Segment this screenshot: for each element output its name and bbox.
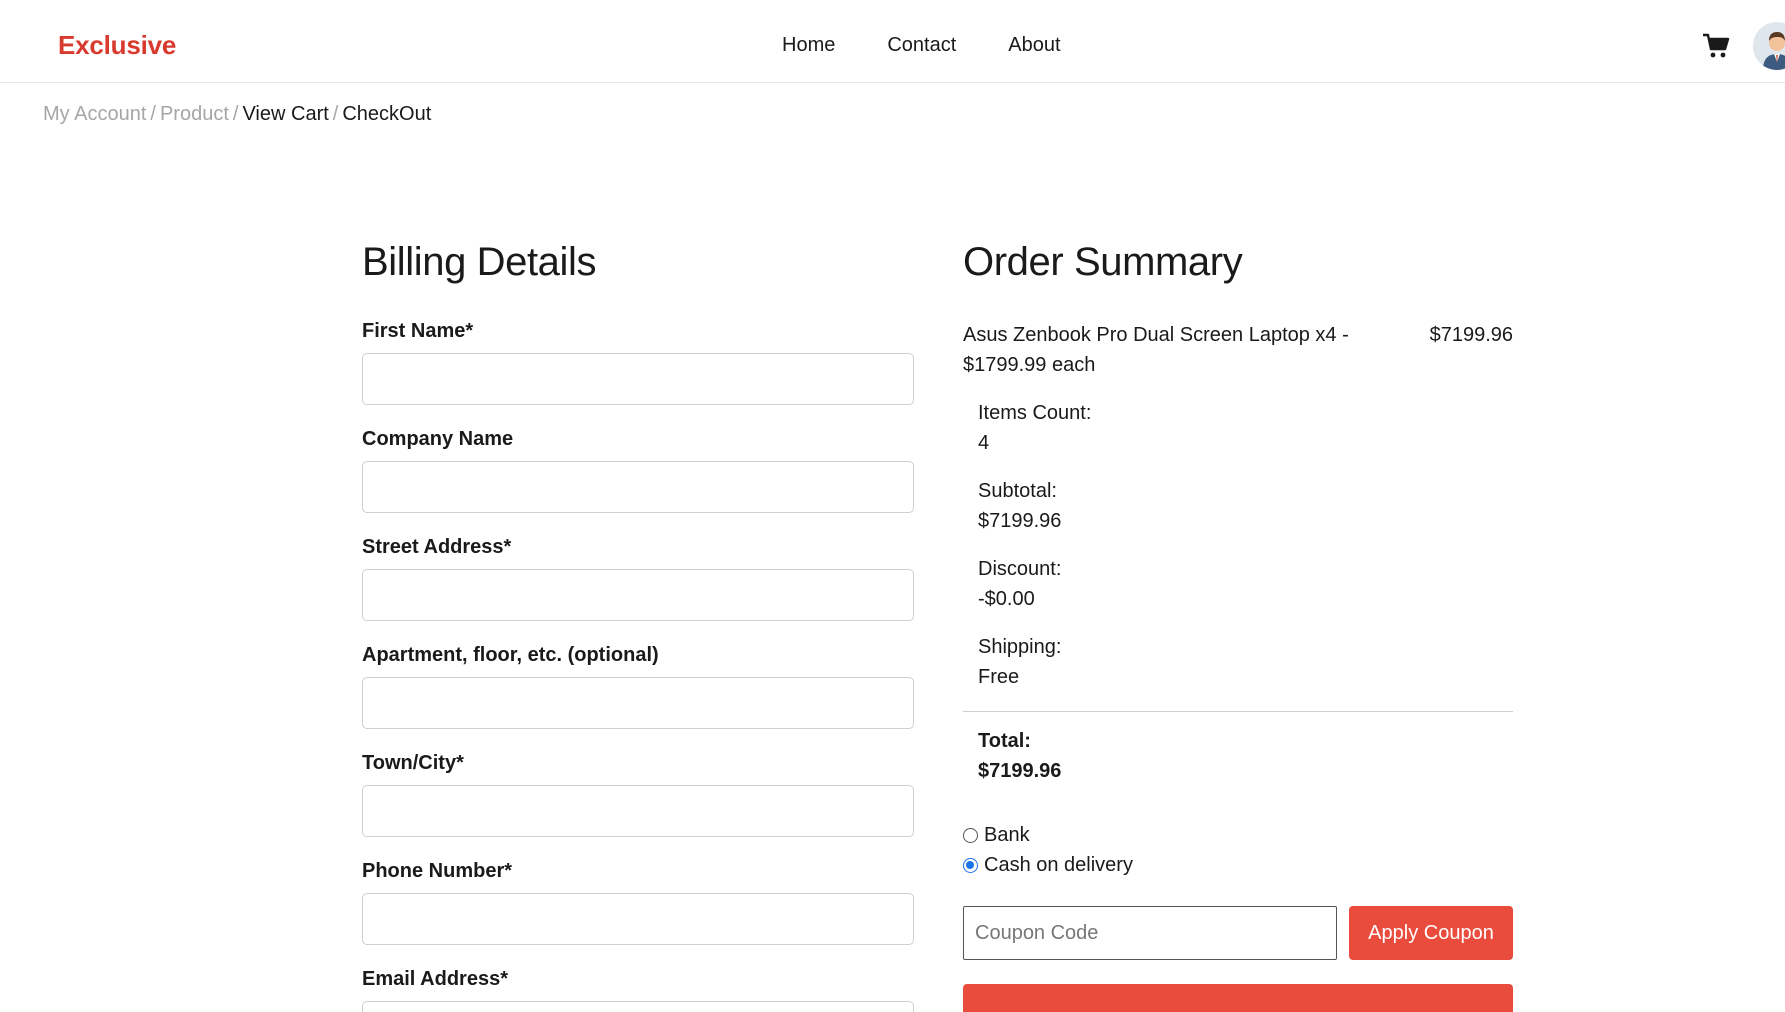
cart-icon[interactable] — [1702, 33, 1730, 59]
cash-on-delivery-label[interactable]: Cash on delivery — [984, 850, 1133, 880]
subtotal-label: Subtotal: — [978, 480, 1057, 502]
nav-contact-link[interactable]: Contact — [887, 34, 956, 57]
company-name-field[interactable] — [362, 461, 914, 513]
breadcrumb-separator: / — [232, 103, 239, 125]
brand-logo[interactable]: Exclusive — [58, 30, 176, 61]
cash-on-delivery-radio[interactable] — [963, 857, 978, 873]
discount: Discount: -$0.00 — [978, 554, 1513, 614]
order-item-price: $7199.96 — [1429, 324, 1513, 346]
first-name-group: First Name* — [362, 320, 914, 405]
total-value: $7199.96 — [978, 760, 1062, 782]
place-order-button[interactable]: Place Order — [963, 984, 1513, 1012]
user-avatar-icon — [1753, 22, 1785, 70]
order-summary-section: Order Summary Asus Zenbook Pro Dual Scre… — [963, 240, 1513, 1012]
breadcrumb-separator: / — [150, 103, 156, 125]
billing-details-section: Billing Details First Name* Company Name… — [362, 240, 914, 1012]
phone-number-field[interactable] — [362, 893, 914, 945]
street-address-label: Street Address* — [362, 536, 512, 558]
town-city-field[interactable] — [362, 785, 914, 837]
company-name-label: Company Name — [362, 428, 514, 450]
breadcrumb: My Account / Product / View Cart / CheckOut — [43, 103, 431, 126]
breadcrumb-my-account[interactable]: My Account — [43, 103, 146, 125]
shipping: Shipping: Free — [978, 632, 1513, 692]
summary-divider — [963, 711, 1513, 712]
payment-option-bank[interactable]: Bank — [963, 820, 1513, 850]
order-item: Asus Zenbook Pro Dual Screen Laptop x4 -… — [963, 320, 1513, 380]
apartment-group: Apartment, floor, etc. (optional) — [362, 644, 914, 729]
email-address-group: Email Address* — [362, 968, 914, 1012]
bank-radio[interactable] — [963, 827, 978, 843]
items-count: Items Count: 4 — [978, 398, 1513, 458]
nav-home-link[interactable]: Home — [782, 34, 835, 57]
breadcrumb-separator: / — [332, 103, 339, 125]
phone-number-label: Phone Number* — [362, 860, 513, 882]
order-item-description: Asus Zenbook Pro Dual Screen Laptop x4 -… — [963, 324, 1349, 376]
apartment-label: Apartment, floor, etc. (optional) — [362, 644, 659, 666]
email-field[interactable] — [362, 1001, 914, 1012]
street-address-field[interactable] — [362, 569, 914, 621]
coupon-row: Apply Coupon — [963, 906, 1513, 960]
apartment-field[interactable] — [362, 677, 914, 729]
order-summary-title: Order Summary — [963, 240, 1243, 284]
payment-option-cod[interactable]: Cash on delivery — [963, 850, 1513, 880]
email-address-label: Email Address* — [362, 968, 508, 990]
subtotal-value: $7199.96 — [978, 510, 1062, 532]
items-count-label: Items Count: — [978, 402, 1092, 424]
top-navbar: Exclusive Home Contact About — [0, 0, 1785, 83]
town-city-group: Town/City* — [362, 752, 914, 837]
avatar[interactable] — [1753, 22, 1785, 70]
payment-methods: Bank Cash on delivery — [963, 820, 1513, 880]
order-total: Total: $7199.96 — [978, 726, 1513, 786]
breadcrumb-checkout: CheckOut — [342, 103, 432, 125]
shipping-label: Shipping: — [978, 636, 1062, 658]
phone-number-group: Phone Number* — [362, 860, 914, 945]
first-name-field[interactable] — [362, 353, 914, 405]
coupon-code-input[interactable] — [963, 906, 1337, 960]
main-nav: Home Contact About — [782, 34, 1061, 57]
billing-title: Billing Details — [362, 240, 597, 284]
first-name-label: First Name* — [362, 320, 474, 342]
subtotal: Subtotal: $7199.96 — [978, 476, 1513, 536]
breadcrumb-product[interactable]: Product — [160, 103, 229, 125]
nav-about-link[interactable]: About — [1008, 34, 1060, 57]
total-label: Total: — [978, 730, 1031, 752]
discount-label: Discount: — [978, 558, 1062, 580]
street-address-group: Street Address* — [362, 536, 914, 621]
company-name-group: Company Name — [362, 428, 914, 513]
items-count-value: 4 — [978, 432, 990, 454]
bank-label[interactable]: Bank — [984, 820, 1030, 850]
breadcrumb-view-cart[interactable]: View Cart — [242, 103, 328, 125]
town-city-label: Town/City* — [362, 752, 464, 774]
shipping-value: Free — [978, 666, 1020, 688]
discount-value: -$0.00 — [978, 588, 1035, 610]
apply-coupon-button[interactable]: Apply Coupon — [1349, 906, 1513, 960]
